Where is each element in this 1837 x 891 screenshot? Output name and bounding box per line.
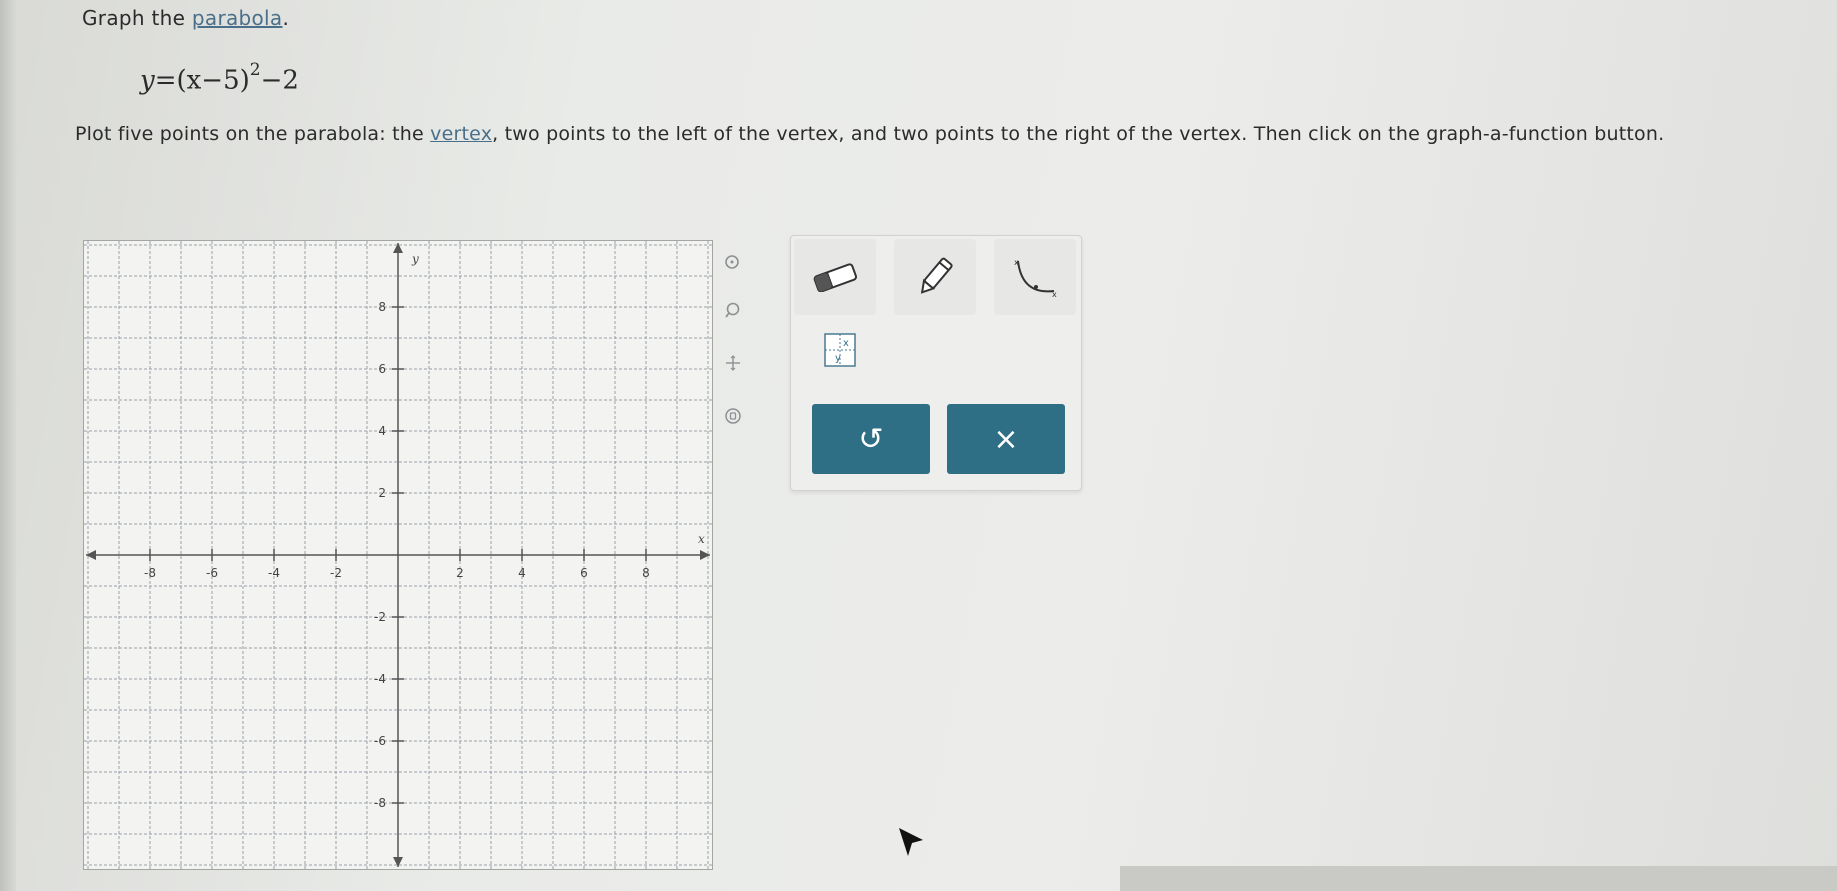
equation-exponent: 2 bbox=[249, 60, 261, 80]
x-tick-label: -8 bbox=[144, 566, 156, 580]
y-tick-label: -4 bbox=[374, 672, 386, 686]
parabola-icon: x x bbox=[1014, 258, 1057, 299]
vertex-link[interactable]: vertex bbox=[430, 123, 492, 145]
x-tick-label: 2 bbox=[456, 566, 464, 580]
graph-a-function-button[interactable]: x y bbox=[823, 332, 857, 368]
y-tick-label: 6 bbox=[378, 362, 386, 376]
equation-base: (x−5) bbox=[176, 65, 250, 96]
x-tick-label: -4 bbox=[268, 566, 280, 580]
prompt-title: Graph the parabola. bbox=[82, 6, 289, 30]
svg-text:x: x bbox=[1052, 290, 1057, 299]
y-tick-label: 8 bbox=[378, 300, 386, 314]
pan-icon[interactable] bbox=[720, 350, 746, 376]
mouse-cursor-icon bbox=[899, 828, 923, 856]
x-tick-label: -6 bbox=[206, 566, 218, 580]
x-tick-label: 4 bbox=[518, 566, 526, 580]
x-axis-label: x bbox=[698, 532, 705, 546]
svg-text:y: y bbox=[835, 353, 841, 364]
y-tick-label: -2 bbox=[374, 610, 386, 624]
x-tick-label: 8 bbox=[642, 566, 650, 580]
window-left-edge bbox=[0, 0, 16, 891]
undo-icon: ↺ bbox=[858, 421, 884, 457]
instructions: Plot five points on the parabola: the ve… bbox=[75, 118, 1795, 151]
graph-area[interactable]: -8 -6 -4 -2 2 4 6 8 8 6 4 2 -2 -4 -6 -8 x y bbox=[83, 240, 713, 870]
y-tick-label: -6 bbox=[374, 734, 386, 748]
parabola-link[interactable]: parabola bbox=[192, 6, 283, 30]
title-text: Graph the bbox=[82, 6, 192, 30]
x-tick-label: -2 bbox=[330, 566, 342, 580]
y-tick-label: -8 bbox=[374, 796, 386, 810]
svg-text:x: x bbox=[1014, 258, 1019, 267]
coordinate-plane[interactable]: -8 -6 -4 -2 2 4 6 8 8 6 4 2 -2 -4 -6 -8 x y bbox=[84, 241, 712, 869]
zoom-in-icon[interactable] bbox=[720, 250, 746, 276]
pencil-button[interactable] bbox=[894, 239, 976, 315]
eraser-button[interactable] bbox=[794, 239, 876, 315]
x-tick-label: 6 bbox=[580, 566, 588, 580]
clear-button[interactable]: × bbox=[947, 404, 1065, 474]
instructions-text-2: , two points to the left of the vertex, … bbox=[492, 123, 1665, 145]
undo-button[interactable]: ↺ bbox=[812, 404, 930, 474]
svg-text:x: x bbox=[843, 338, 849, 349]
clear-icon: × bbox=[993, 421, 1019, 457]
equation-equals: = bbox=[154, 65, 177, 96]
y-tick-label: 2 bbox=[378, 486, 386, 500]
equation-lhs: y bbox=[140, 65, 155, 96]
pencil-icon bbox=[920, 257, 953, 294]
eraser-icon bbox=[813, 263, 858, 292]
settings-icon[interactable] bbox=[720, 403, 746, 429]
bottom-strip bbox=[1120, 866, 1837, 891]
y-axis-label: y bbox=[411, 252, 419, 266]
equation-tail: −2 bbox=[260, 65, 299, 96]
equation: y=(x−5)2−2 bbox=[140, 60, 299, 96]
zoom-out-icon[interactable] bbox=[720, 298, 746, 324]
graph-a-function-icon: x y bbox=[824, 333, 856, 367]
parabola-button[interactable]: x x bbox=[994, 239, 1076, 315]
y-tick-label: 4 bbox=[378, 424, 386, 438]
title-period: . bbox=[282, 6, 290, 30]
instructions-text-1: Plot five points on the parabola: the bbox=[75, 123, 431, 145]
tool-panel: x x x y ↺ × bbox=[790, 235, 1082, 491]
